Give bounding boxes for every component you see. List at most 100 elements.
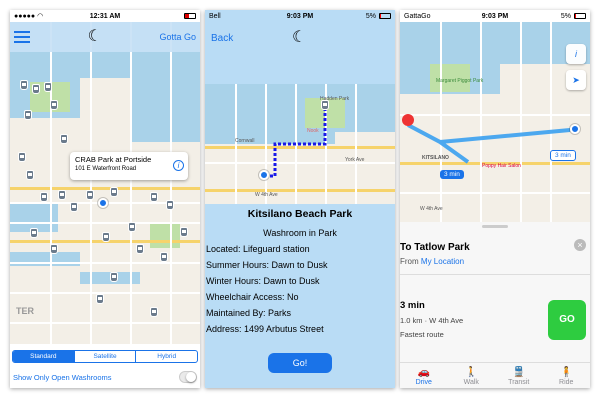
washroom-pin[interactable] [166, 200, 174, 210]
route-type: Fastest route [400, 330, 444, 339]
phone-map-view: ●●●●● ◠ 12:31 AM TER CRAB Park at Portsi… [10, 10, 200, 388]
detail-winter-hours: Winter Hours: Dawn to Dusk [206, 276, 320, 286]
phone-directions-view: GattaGo 9:03 PM 5% Margaret Piggot Park … [400, 10, 590, 388]
washroom-pin[interactable] [321, 100, 329, 110]
washroom-callout[interactable]: CRAB Park at Portside 101 E Waterfront R… [70, 152, 188, 180]
map-type-segmented-control: Standard Satellite Hybrid [10, 344, 200, 368]
open-washrooms-label: Show Only Open Washrooms [13, 372, 112, 382]
tab-label: Walk [463, 379, 479, 386]
washroom-pin[interactable] [44, 82, 52, 92]
status-time: 12:31 AM [89, 12, 121, 20]
washroom-pin[interactable] [32, 84, 40, 94]
from-prefix: From [400, 257, 419, 266]
back-button[interactable]: Back [211, 33, 233, 44]
route-line [407, 123, 571, 164]
walk-icon: 🚶 [465, 367, 478, 378]
car-icon: 🚗 [417, 367, 430, 378]
battery-icon [379, 13, 391, 19]
status-bar: GattaGo 9:03 PM 5% [400, 10, 590, 22]
callout-title: CRAB Park at Portside [75, 155, 152, 164]
washroom-pin[interactable] [150, 192, 158, 202]
washroom-pin[interactable] [60, 134, 68, 144]
my-location-link[interactable]: My Location [421, 257, 464, 266]
washroom-pin[interactable] [136, 244, 144, 254]
directions-map[interactable]: Margaret Piggot Park KITSILANO Poppy Hai… [400, 22, 590, 222]
hamburger-icon[interactable] [14, 31, 30, 43]
phone-detail-view: Bell 9:03 PM 5% Back ☾ Hadden Park Cornw… [205, 10, 395, 388]
destination-title: To Tatlow Park [400, 242, 470, 253]
info-icon[interactable]: i [173, 160, 184, 171]
washroom-pin[interactable] [18, 152, 26, 162]
close-icon[interactable]: × [574, 239, 586, 251]
battery-icon [574, 13, 586, 19]
open-washrooms-toggle[interactable] [179, 371, 197, 383]
route-line [265, 110, 327, 178]
washroom-pin[interactable] [180, 227, 188, 237]
locate-arrow-icon[interactable]: ➤ [566, 70, 586, 90]
detail-maintained: Maintained By: Parks [206, 308, 292, 318]
nav-bar: Back ☾ [205, 22, 395, 54]
go-button[interactable]: GO [548, 300, 586, 340]
washroom-pin[interactable] [96, 294, 104, 304]
washroom-pin[interactable] [102, 232, 110, 242]
segment-standard[interactable]: Standard [13, 350, 75, 362]
washroom-detail: Kitsilano Beach Park Washroom in Park Lo… [205, 206, 395, 334]
tab-drive[interactable]: 🚗 Drive [404, 367, 444, 386]
status-time: 9:03 PM [481, 12, 509, 20]
open-washrooms-row: Show Only Open Washrooms [10, 366, 200, 388]
washroom-map[interactable]: TER CRAB Park at Portside 101 E Waterfro… [10, 22, 200, 344]
washroom-pin[interactable] [128, 222, 136, 232]
washroom-pin[interactable] [40, 192, 48, 202]
eta-badge-alt[interactable]: 3 min [550, 150, 576, 161]
washroom-pin[interactable] [50, 100, 58, 110]
segment-satellite[interactable]: Satellite [75, 350, 137, 362]
washroom-pin[interactable] [70, 202, 78, 212]
tab-ride[interactable]: 🧍 Ride [546, 367, 586, 386]
from-line: From My Location [400, 257, 464, 266]
washroom-pin[interactable] [26, 170, 34, 180]
detail-summer-hours: Summer Hours: Dawn to Dusk [206, 260, 328, 270]
route-map[interactable]: Hadden Park Cornwall Nook York Ave W 4th… [205, 84, 395, 204]
moon-logo-icon: ☾ [87, 28, 102, 45]
battery-icon [184, 13, 196, 19]
washroom-pin[interactable] [20, 80, 28, 90]
route-distance: 1.0 km · W 4th Ave [400, 316, 464, 325]
tab-walk[interactable]: 🚶 Walk [451, 367, 491, 386]
divider [400, 274, 590, 275]
washroom-pin[interactable] [24, 110, 32, 120]
washroom-pin[interactable] [30, 228, 38, 238]
tab-label: Drive [415, 379, 432, 386]
washroom-pin[interactable] [58, 190, 66, 200]
callout-address: 101 E Waterfront Road [75, 166, 137, 172]
detail-wheelchair: Wheelchair Access: No [206, 292, 299, 302]
washroom-pin[interactable] [110, 272, 118, 282]
washroom-pin[interactable] [160, 252, 168, 262]
train-icon: 🚆 [512, 367, 525, 378]
detail-location: Located: Lifeguard station [206, 244, 310, 254]
current-location-dot [98, 198, 108, 208]
info-icon[interactable]: i [566, 44, 586, 64]
go-button[interactable]: Go! [268, 353, 332, 373]
route-time: 3 min [400, 300, 425, 311]
tab-label: Ride [559, 379, 574, 386]
current-location-dot [570, 124, 580, 134]
directions-sheet: To Tatlow Park From My Location × 3 min … [400, 222, 590, 388]
eta-badge-primary[interactable]: 3 min [440, 170, 464, 179]
tab-label: Transit [508, 379, 530, 386]
moon-logo-icon: ☾ [291, 29, 307, 46]
segment-hybrid[interactable]: Hybrid [136, 351, 197, 362]
status-bar: ●●●●● ◠ 12:31 AM [10, 10, 200, 22]
gotta-go-link[interactable]: Gotta Go [159, 32, 196, 42]
transport-tabbar: 🚗 Drive 🚶 Walk 🚆 Transit 🧍 Ride [400, 362, 590, 388]
district-label: TER [16, 306, 34, 316]
detail-address: Address: 1499 Arbutus Street [206, 324, 324, 334]
park-subtitle: Washroom in Park [263, 228, 337, 238]
washroom-pin[interactable] [110, 187, 118, 197]
washroom-pin[interactable] [86, 190, 94, 200]
washroom-pin[interactable] [150, 307, 158, 317]
tab-transit[interactable]: 🚆 Transit [499, 367, 539, 386]
destination-pin-icon [402, 114, 414, 126]
ride-icon: 🧍 [560, 367, 573, 378]
washroom-pin[interactable] [50, 244, 58, 254]
sheet-grabber[interactable] [482, 225, 508, 228]
